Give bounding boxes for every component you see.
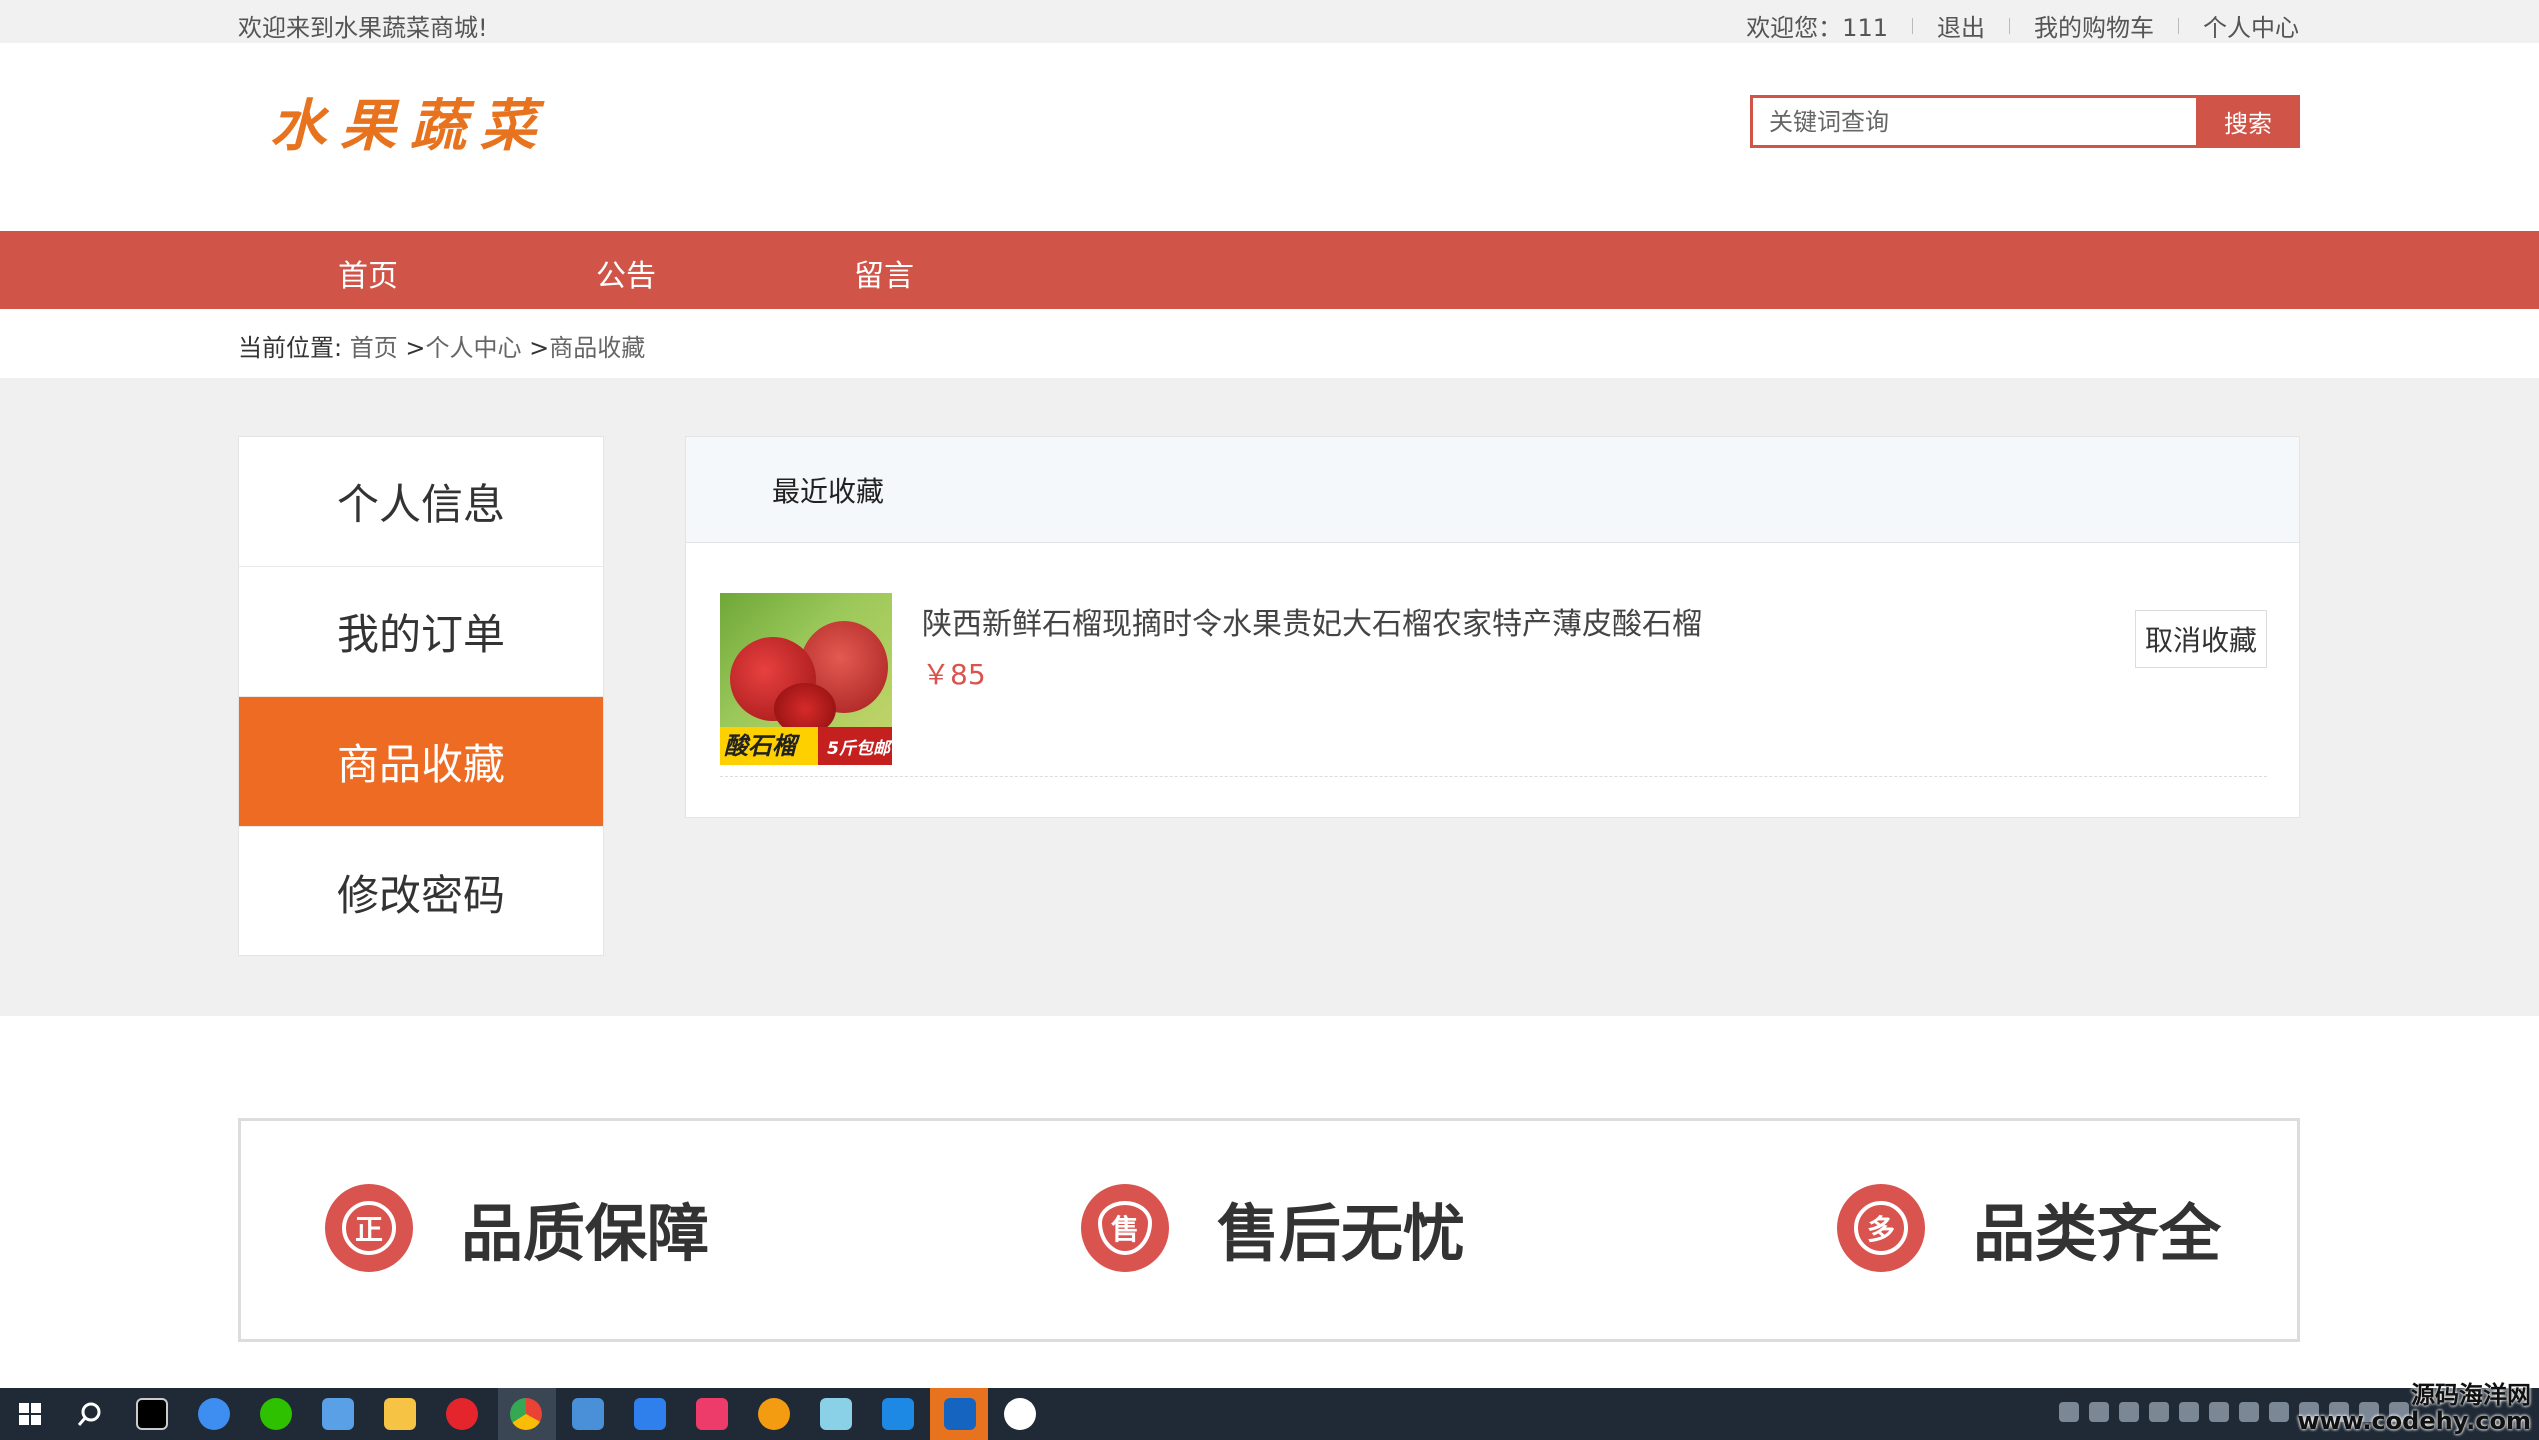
breadcrumb-separator: > <box>405 334 426 362</box>
variety-icon-glyph: 多 <box>1854 1201 1908 1255</box>
list-item: 酸石榴 5斤包邮 陕西新鲜石榴现摘时令水果贵妃大石榴农家特产薄皮酸石榴 ￥85 … <box>720 593 2267 777</box>
tray-icon[interactable] <box>2179 1402 2199 1422</box>
feature-label: 售后无忧 <box>1217 1197 1466 1270</box>
quality-icon-glyph: 正 <box>342 1201 396 1255</box>
profile-link[interactable]: 个人中心 <box>2179 8 2299 43</box>
panel-heading: 最近收藏 <box>686 437 2299 543</box>
product-price: ￥85 <box>922 658 986 691</box>
image-banner-text: 酸石榴 <box>720 727 818 765</box>
app-icon[interactable] <box>944 1398 976 1430</box>
nav-item-home[interactable]: 首页 <box>338 251 398 295</box>
tray-icon[interactable] <box>2119 1402 2139 1422</box>
sidebar-item-my-orders[interactable]: 我的订单 <box>239 567 603 697</box>
cart-link[interactable]: 我的购物车 <box>2010 8 2178 43</box>
feature-variety: 多 品类齐全 <box>1837 1183 2221 1273</box>
breadcrumb-current: 商品收藏 <box>549 334 646 362</box>
feature-label: 品类齐全 <box>1973 1197 2222 1270</box>
app-icon[interactable] <box>1004 1398 1036 1430</box>
sidebar-item-change-password[interactable]: 修改密码 <box>239 827 603 957</box>
search-icon[interactable] <box>74 1398 106 1430</box>
nav-item-message[interactable]: 留言 <box>854 251 914 295</box>
welcome-text: 欢迎来到水果蔬菜商城! <box>238 14 488 42</box>
search-bar: 搜索 <box>1750 95 2300 148</box>
watermark-line: www.codehy.com <box>2297 1407 2531 1435</box>
main-nav: 首页 公告 留言 <box>0 231 2539 309</box>
product-title[interactable]: 陕西新鲜石榴现摘时令水果贵妃大石榴农家特产薄皮酸石榴 <box>922 599 1702 643</box>
search-button[interactable]: 搜索 <box>2196 95 2300 148</box>
image-banner-text: 5斤包邮 <box>827 739 890 759</box>
user-greeting: 欢迎您：111 <box>1746 14 1888 42</box>
cancel-favorite-button[interactable]: 取消收藏 <box>2135 610 2267 668</box>
aftersale-icon-glyph: 售 <box>1098 1201 1152 1255</box>
tray-icon[interactable] <box>2239 1402 2259 1422</box>
wechat-icon[interactable] <box>260 1398 292 1430</box>
nav-item-notice[interactable]: 公告 <box>596 251 656 295</box>
tray-icon[interactable] <box>2089 1402 2109 1422</box>
aftersale-shield-icon: 售 <box>1081 1184 1169 1272</box>
feature-quality: 正 品质保障 <box>325 1183 709 1273</box>
terminal-icon[interactable] <box>136 1398 168 1430</box>
variety-icon: 多 <box>1837 1184 1925 1272</box>
top-links: 欢迎您：111 退出 我的购物车 个人中心 <box>1722 8 2299 43</box>
favorites-panel: 最近收藏 酸石榴 5斤包邮 陕西新鲜石榴现摘时令水果贵妃大石榴农家特产薄皮酸石榴… <box>685 436 2300 818</box>
features-strip: 正 品质保障 售 售后无忧 多 品类齐全 <box>238 1118 2300 1342</box>
folder-icon[interactable] <box>384 1398 416 1430</box>
os-taskbar <box>0 1388 2539 1440</box>
app-icon[interactable] <box>882 1398 914 1430</box>
feature-aftersale: 售 售后无忧 <box>1081 1183 1465 1273</box>
music-icon[interactable] <box>446 1398 478 1430</box>
feature-label: 品质保障 <box>461 1197 710 1270</box>
breadcrumb-separator: > <box>529 334 550 362</box>
app-icon[interactable] <box>322 1398 354 1430</box>
watermark-line: 源码海洋网 <box>2411 1381 2531 1409</box>
search-input[interactable] <box>1750 95 2196 148</box>
profile-sidebar: 个人信息 我的订单 商品收藏 修改密码 <box>238 436 604 956</box>
breadcrumb-home[interactable]: 首页 <box>350 334 398 362</box>
breadcrumb-profile[interactable]: 个人中心 <box>425 334 521 362</box>
quality-icon: 正 <box>325 1184 413 1272</box>
windows-start-icon[interactable] <box>14 1398 46 1430</box>
site-logo[interactable]: 水果蔬菜 <box>270 81 550 162</box>
header: 水果蔬菜 搜索 <box>0 43 2539 231</box>
breadcrumb: 当前位置: 首页 >个人中心 >商品收藏 <box>238 328 645 363</box>
app-icon[interactable] <box>572 1398 604 1430</box>
tray-icon[interactable] <box>2149 1402 2169 1422</box>
watermark: 源码海洋网 www.codehy.com <box>2297 1382 2531 1434</box>
app-icon[interactable] <box>758 1398 790 1430</box>
product-image[interactable]: 酸石榴 5斤包邮 <box>720 593 892 765</box>
logout-link[interactable]: 退出 <box>1913 8 2009 43</box>
sidebar-item-favorites[interactable]: 商品收藏 <box>239 697 603 827</box>
app-icon[interactable] <box>634 1398 666 1430</box>
app-icon[interactable] <box>198 1398 230 1430</box>
tray-icon[interactable] <box>2269 1402 2289 1422</box>
top-bar: 欢迎来到水果蔬菜商城! 欢迎您：111 退出 我的购物车 个人中心 <box>0 0 2539 43</box>
ide-icon[interactable] <box>696 1398 728 1430</box>
gear-icon[interactable] <box>820 1398 852 1430</box>
chrome-icon[interactable] <box>510 1398 542 1430</box>
sidebar-item-profile-info[interactable]: 个人信息 <box>239 437 603 567</box>
tray-icon[interactable] <box>2059 1402 2079 1422</box>
tray-icon[interactable] <box>2209 1402 2229 1422</box>
breadcrumb-prefix: 当前位置: <box>238 334 343 362</box>
